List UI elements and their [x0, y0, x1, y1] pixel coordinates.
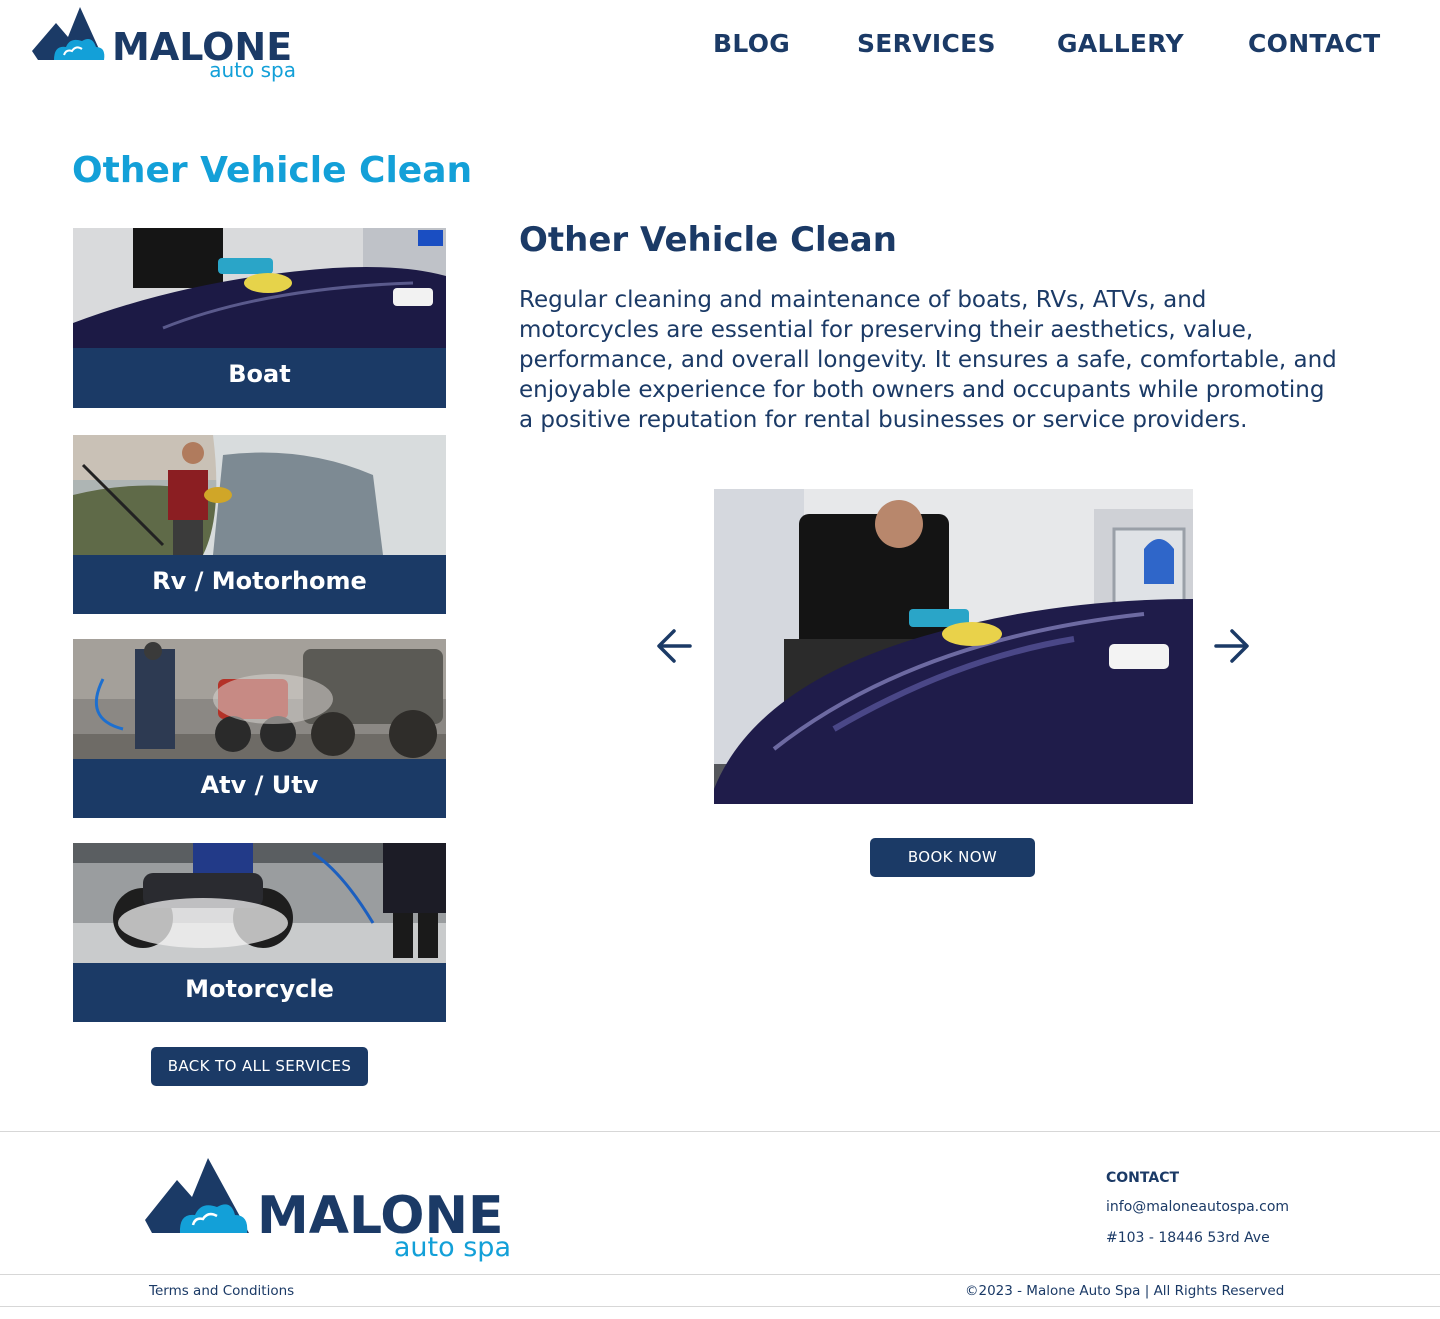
- service-card-rv-motorhome[interactable]: Rv / Motorhome: [73, 435, 446, 615]
- arrow-left-icon[interactable]: [654, 626, 694, 666]
- atv-photo: [73, 639, 446, 759]
- rv-photo: [73, 435, 446, 555]
- service-card-label: Atv / Utv: [200, 771, 319, 799]
- logo-tagline: auto spa: [394, 1232, 511, 1263]
- page-title: Other Vehicle Clean: [72, 150, 473, 191]
- service-card-boat[interactable]: Boat: [73, 228, 446, 410]
- footer-divider: [0, 1274, 1440, 1275]
- footer-contact-heading: CONTACT: [1106, 1170, 1180, 1186]
- service-card-label: Boat: [228, 360, 291, 388]
- footer-divider: [0, 1306, 1440, 1307]
- footer-logo[interactable]: MALONE auto spa: [145, 1155, 515, 1265]
- site-header: MALONE auto spa BLOG SERVICES GALLERY CO…: [0, 0, 1440, 100]
- service-card-label: Motorcycle: [185, 975, 334, 1003]
- detail-title: Other Vehicle Clean: [519, 220, 897, 260]
- nav-item-gallery[interactable]: GALLERY: [1057, 28, 1184, 60]
- footer-email-link[interactable]: info@maloneautospa.com: [1106, 1198, 1289, 1216]
- motorcycle-photo: [73, 843, 446, 963]
- nav-item-blog[interactable]: BLOG: [713, 28, 790, 60]
- detail-description: Regular cleaning and maintenance of boat…: [519, 287, 1337, 433]
- service-card-label: Rv / Motorhome: [152, 567, 367, 595]
- footer-address: #103 - 18446 53rd Ave: [1106, 1230, 1270, 1246]
- footer-divider: [0, 1131, 1440, 1132]
- nav-item-services[interactable]: SERVICES: [857, 28, 996, 60]
- book-now-button[interactable]: BOOK NOW: [870, 838, 1035, 877]
- service-card-atv-utv[interactable]: Atv / Utv: [73, 639, 446, 819]
- arrow-right-icon[interactable]: [1212, 626, 1252, 666]
- boat-polishing-photo: [714, 489, 1193, 804]
- boat-photo: [73, 228, 446, 348]
- logo-tagline: auto spa: [209, 58, 296, 82]
- back-to-all-services-button[interactable]: BACK TO ALL SERVICES: [151, 1047, 368, 1086]
- nav-item-contact[interactable]: CONTACT: [1248, 28, 1380, 60]
- mountain-logo-icon: MALONE auto spa: [145, 1158, 511, 1263]
- main-nav: BLOG SERVICES GALLERY CONTACT: [0, 28, 1440, 60]
- copyright-text: ©2023 - Malone Auto Spa | All Rights Res…: [965, 1283, 1285, 1299]
- terms-link[interactable]: Terms and Conditions: [149, 1282, 294, 1300]
- service-card-motorcycle[interactable]: Motorcycle: [73, 843, 446, 1023]
